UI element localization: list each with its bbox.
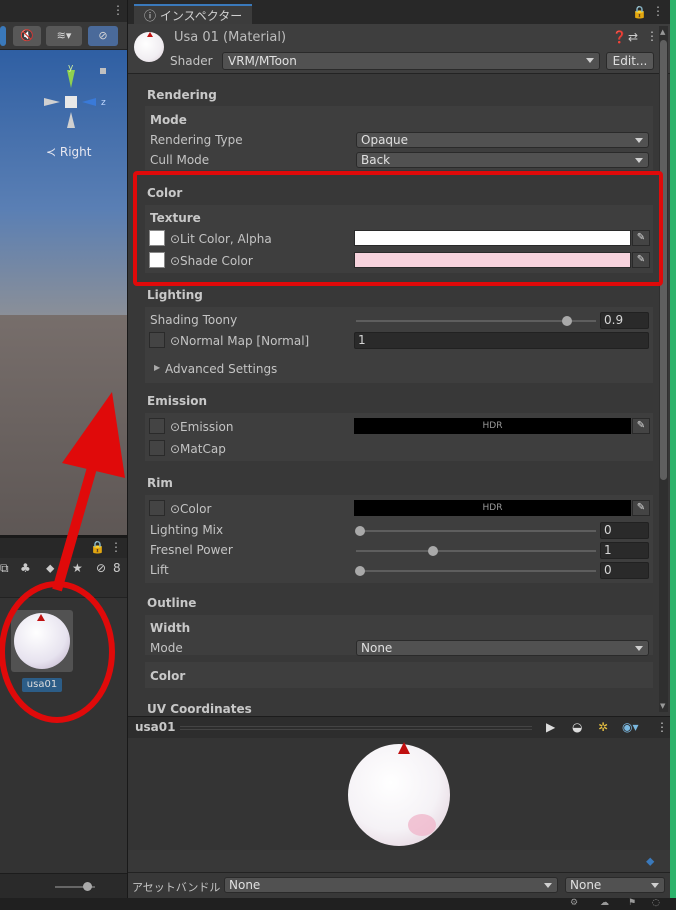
annotation-overlay [0, 392, 125, 723]
